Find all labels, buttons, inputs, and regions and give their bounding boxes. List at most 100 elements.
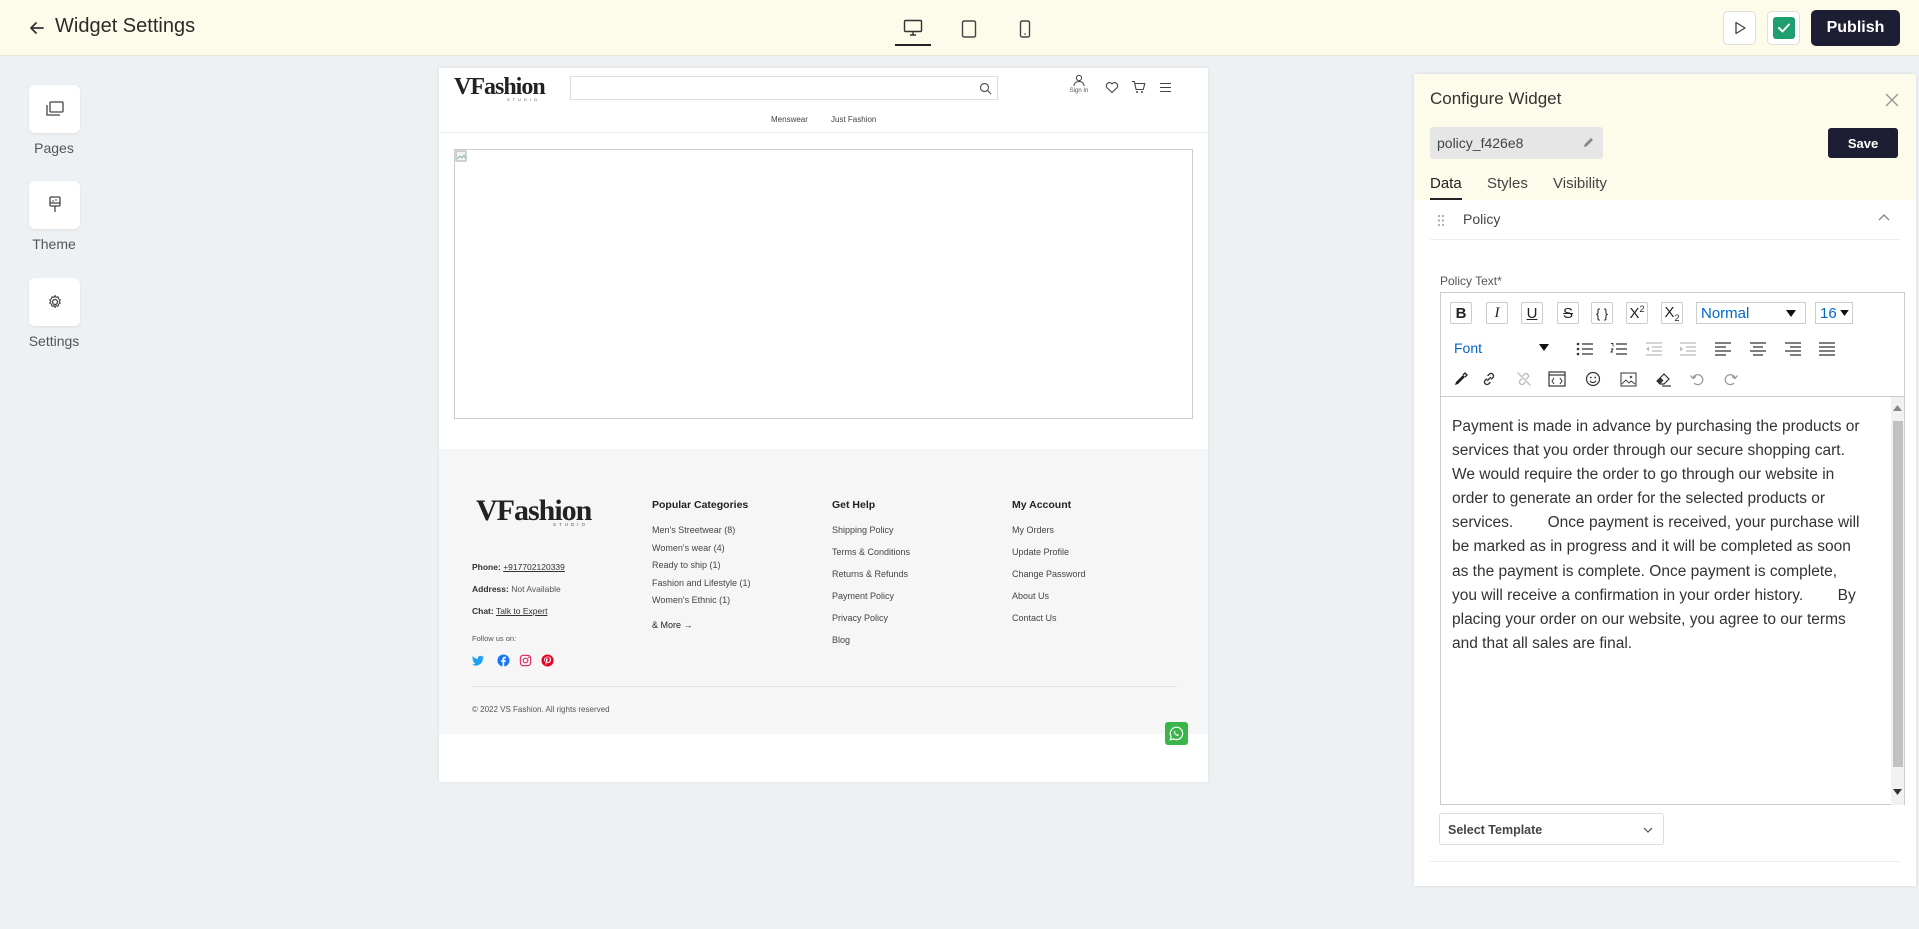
footer-divider [472,686,1177,687]
align-left-button[interactable] [1712,338,1734,360]
text-color-button[interactable] [1450,368,1472,390]
category-link[interactable]: Ready to ship (1) [652,560,751,578]
category-link[interactable]: Women's wear (4) [652,543,751,561]
save-button[interactable]: Save [1828,128,1898,158]
save-status-button[interactable] [1767,11,1800,45]
superscript-icon: X2 [1629,304,1645,322]
superscript-button[interactable]: X2 [1626,302,1648,324]
subscript-icon: X2 [1664,303,1680,323]
font-family-select[interactable]: Font [1451,338,1559,360]
popular-categories-title: Popular Categories [652,499,749,511]
talk-to-expert-link[interactable]: Talk to Expert [496,606,548,616]
help-link[interactable]: Shipping Policy [832,525,910,547]
account-link[interactable]: About Us [1012,591,1086,613]
help-link[interactable]: Payment Policy [832,591,910,613]
bold-button[interactable]: B [1450,302,1472,324]
arrow-right-icon: → [683,619,693,630]
undo-button[interactable] [1686,368,1708,390]
widget-name-field[interactable]: policy_f426e8 [1430,127,1603,159]
tab-styles[interactable]: Styles [1487,175,1528,192]
bullet-list-button[interactable] [1574,338,1596,360]
scrollbar-thumb[interactable] [1893,421,1903,767]
help-link[interactable]: Terms & Conditions [832,547,910,569]
account-link[interactable]: Change Password [1012,569,1086,591]
sidebar-label-pages: Pages [34,140,74,156]
store-logo[interactable]: VFashion STUDIO [454,74,546,104]
help-link[interactable]: Returns & Refunds [832,569,910,591]
pinterest-icon[interactable] [541,654,554,667]
ordered-list-button[interactable] [1608,338,1630,360]
category-link[interactable]: Fashion and Lifestyle (1) [652,578,751,596]
sidebar-item-pages[interactable] [29,85,80,133]
underline-button[interactable]: U [1521,302,1543,324]
color-picker-icon [1455,372,1468,385]
footer-get-help: Get Help Shipping Policy Terms & Conditi… [832,499,910,657]
align-center-button[interactable] [1747,338,1769,360]
italic-button[interactable]: I [1486,302,1508,324]
mobile-view-button[interactable] [1007,12,1043,46]
link-icon [1483,372,1495,386]
policy-section-header[interactable]: Policy [1430,200,1900,240]
tab-data[interactable]: Data [1430,175,1462,200]
close-icon[interactable] [1885,93,1899,107]
indent-button[interactable] [1677,338,1699,360]
tablet-view-button[interactable] [951,12,987,46]
account-link[interactable]: My Orders [1012,525,1086,547]
facebook-icon[interactable] [497,654,510,667]
align-justify-button[interactable] [1816,338,1838,360]
embed-button[interactable] [1546,368,1568,390]
chevron-up-icon[interactable] [1878,213,1890,221]
publish-button[interactable]: Publish [1811,10,1900,46]
menu-icon[interactable] [1159,82,1172,93]
account-link[interactable]: Contact Us [1012,613,1086,635]
store-search-input[interactable] [570,76,998,100]
cart-icon[interactable] [1131,80,1146,94]
rich-text-editor[interactable]: B I U S { } X2 X2 Normal 16 Font Payment… [1440,292,1905,805]
unlink-button[interactable] [1513,368,1535,390]
nav-link-menswear[interactable]: Menswear [771,115,808,124]
redo-button[interactable] [1720,368,1742,390]
account-link[interactable]: Update Profile [1012,547,1086,569]
strikethrough-button[interactable]: S [1557,302,1579,324]
clear-format-button[interactable] [1652,368,1674,390]
sign-in-button[interactable]: Sign In [1067,74,1091,100]
scroll-down-icon[interactable] [1893,789,1902,795]
play-icon [1734,21,1746,35]
link-button[interactable] [1478,368,1500,390]
heart-icon[interactable] [1105,81,1119,94]
align-right-button[interactable] [1782,338,1804,360]
mobile-icon [1019,20,1031,38]
instagram-icon[interactable] [519,654,532,667]
desktop-view-button[interactable] [895,12,931,46]
indent-icon [1680,342,1696,356]
image-button[interactable] [1617,368,1639,390]
panel-title: Configure Widget [1430,89,1562,108]
outdent-button[interactable] [1643,338,1665,360]
tab-visibility[interactable]: Visibility [1553,175,1607,192]
top-bar: Widget Settings Publish [0,0,1919,56]
whatsapp-button[interactable] [1165,722,1188,745]
help-link[interactable]: Blog [832,635,910,657]
pencil-icon[interactable] [1582,136,1595,149]
code-button[interactable]: { } [1591,302,1613,324]
scroll-up-icon[interactable] [1893,405,1902,411]
category-link[interactable]: Men's Streetwear (8) [652,525,751,543]
font-size-select[interactable]: 16 [1815,302,1853,324]
help-link[interactable]: Privacy Policy [832,613,910,635]
format-select[interactable]: Normal [1696,302,1806,324]
emoji-button[interactable] [1582,368,1604,390]
drag-handle-icon[interactable] [1437,214,1445,227]
subscript-button[interactable]: X2 [1661,302,1683,324]
preview-button[interactable] [1723,11,1756,45]
category-link[interactable]: Women's Ethnic (1) [652,595,751,613]
editor-scrollbar[interactable] [1891,397,1904,805]
back-arrow-icon[interactable] [27,18,47,38]
phone-link[interactable]: +917702120339 [503,562,565,572]
nav-link-just-fashion[interactable]: Just Fashion [831,115,876,124]
policy-text-content[interactable]: Payment is made in advance by purchasing… [1452,415,1862,656]
sidebar-item-settings[interactable] [29,278,80,326]
select-template-dropdown[interactable]: Select Template [1439,813,1664,845]
more-categories-link[interactable]: & More → [652,620,751,638]
sidebar-item-theme[interactable] [29,181,80,229]
twitter-icon[interactable] [472,654,485,667]
